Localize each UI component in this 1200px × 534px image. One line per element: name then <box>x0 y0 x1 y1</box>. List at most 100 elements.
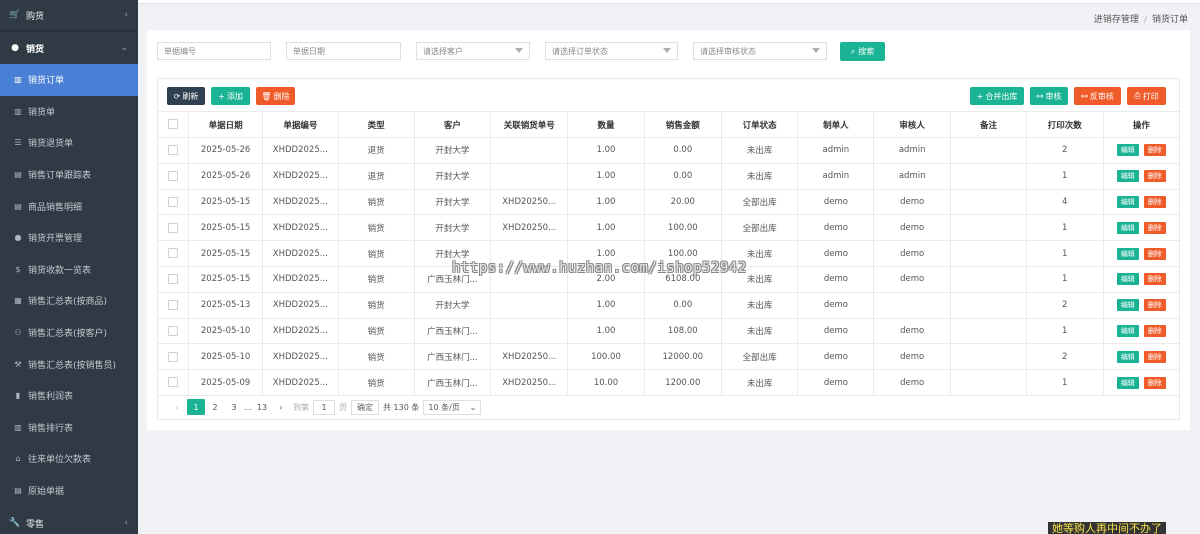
sidebar-items: ▥ 销货订单 ▥ 销货单 ☰ 销货退货单 ▤ 销售订单跟踪表 ▤ 商品销售明细 ● 销货开票管理 $ 销货… <box>0 64 138 506</box>
refresh-button[interactable]: ⟳ 刷新 <box>167 87 205 105</box>
row-checkbox[interactable] <box>168 248 179 259</box>
sidebar-item[interactable]: $ 销货收款一览表 <box>0 254 138 286</box>
edit-button[interactable]: 编辑 <box>1116 195 1139 208</box>
print-button[interactable]: ⎙ 打印 <box>1127 87 1166 105</box>
sidebar-item[interactable]: ▤ 销售订单跟踪表 <box>0 159 138 191</box>
page-number-button[interactable]: 1 <box>187 399 205 415</box>
sidebar-item-label: 往来单位欠款表 <box>28 455 92 466</box>
delete-row-button[interactable]: 删除 <box>1143 195 1166 208</box>
sidebar-group-retail[interactable]: 🔧 零售 ‹ <box>0 508 138 534</box>
row-checkbox[interactable] <box>168 325 179 336</box>
actions-cell: 编辑 删除 <box>1103 189 1179 216</box>
table-cell: 2025-05-09 <box>188 369 263 396</box>
delete-row-button[interactable]: 删除 <box>1143 170 1166 183</box>
sidebar-item[interactable]: ▤ 原始单据 <box>0 475 138 507</box>
page-size-select[interactable]: 10 条/页 ⌄ <box>423 399 482 415</box>
row-select-cell <box>158 214 190 242</box>
chevron-down-icon: ⌄ <box>469 402 477 412</box>
audit-status-select[interactable]: 请选择审核状态 <box>693 42 827 60</box>
delete-row-button[interactable]: 删除 <box>1143 350 1166 363</box>
row-checkbox[interactable] <box>168 274 179 285</box>
row-checkbox[interactable] <box>168 377 179 388</box>
goto-page-input[interactable]: 1 <box>313 399 335 415</box>
goto-confirm-button[interactable]: 确定 <box>351 399 379 415</box>
table-cell: 销货 <box>338 343 415 371</box>
row-checkbox[interactable] <box>168 145 179 156</box>
add-button[interactable]: + 添加 <box>211 87 250 105</box>
sidebar-item[interactable]: ▥ 销货单 <box>0 96 138 128</box>
edit-button[interactable]: 编辑 <box>1116 299 1139 312</box>
unaudit-label: 反审核 <box>1089 91 1114 101</box>
table-cell <box>950 318 1027 345</box>
table-row[interactable]: 2025-05-26 XHDD2025... 退货 开封大学 1.00 0.00 未出库 ad… <box>158 137 1179 164</box>
table-row[interactable]: 2025-05-15 XHDD2025... 销货 开封大学 XHD20250... 1.… <box>158 214 1179 242</box>
doc-no-input[interactable]: 单据编号 <box>157 42 271 60</box>
search-button[interactable]: ⌕ 搜索 <box>840 42 885 61</box>
page-number-button[interactable]: 2 <box>206 399 224 415</box>
edit-button[interactable]: 编辑 <box>1116 221 1139 234</box>
table-row[interactable]: 2025-05-26 XHDD2025... 退货 开封大学 1.00 0.00 未出库 ad… <box>158 163 1179 190</box>
row-checkbox[interactable] <box>168 299 179 310</box>
next-page-button[interactable]: › <box>272 399 290 415</box>
delete-row-button[interactable]: 删除 <box>1143 299 1166 312</box>
delete-row-button[interactable]: 删除 <box>1143 247 1166 260</box>
delete-row-button[interactable]: 删除 <box>1143 221 1166 234</box>
sidebar-item[interactable]: ☰ 销货退货单 <box>0 127 138 159</box>
merge-out-button[interactable]: + 合并出库 <box>970 87 1024 105</box>
table-cell: 1200.00 <box>644 369 722 396</box>
delete-row-button[interactable]: 删除 <box>1143 376 1166 389</box>
select-all-checkbox[interactable] <box>168 119 179 130</box>
table-row[interactable]: 2025-05-09 XHDD2025... 销货 广西玉林门... XHD20250.… <box>158 369 1179 396</box>
refresh-label: 刷新 <box>182 91 199 101</box>
edit-button[interactable]: 编辑 <box>1116 324 1139 337</box>
edit-button[interactable]: 编辑 <box>1116 247 1139 260</box>
sidebar-item[interactable]: ⚒ 销售汇总表(按销售员) <box>0 348 138 380</box>
order-status-select[interactable]: 请选择订单状态 <box>545 42 678 60</box>
table-cell: 开封大学 <box>414 292 492 319</box>
delete-row-button[interactable]: 删除 <box>1143 273 1166 286</box>
refresh-icon: ⟳ <box>173 91 181 101</box>
delete-button[interactable]: 🗑 删除 <box>256 87 295 105</box>
plus-icon: + <box>976 91 984 101</box>
table-row[interactable]: 2025-05-10 XHDD2025... 销货 广西玉林门... XHD20250.… <box>158 343 1179 371</box>
sidebar-group-sales[interactable]: ● 销货 ⌄ <box>0 32 138 64</box>
table-cell: demo <box>873 266 952 293</box>
sidebar-item[interactable]: ▥ 销货订单 <box>0 64 138 96</box>
delete-row-button[interactable]: 删除 <box>1143 324 1166 337</box>
sidebar: 🛒 购货 ‹ ● 销货 ⌄ ▥ 销货订单 ▥ 销货单 ☰ 销货退货单 ▤ 销售订单跟踪表 ▤ 商品… <box>0 0 138 534</box>
delete-row-button[interactable]: 删除 <box>1143 144 1166 157</box>
table-row[interactable]: 2025-05-10 XHDD2025... 销货 广西玉林门... 1.00 108.0… <box>158 318 1179 345</box>
sidebar-item[interactable]: ● 销货开票管理 <box>0 222 138 254</box>
unaudit-button[interactable]: ⚯ 反审核 <box>1074 87 1121 105</box>
row-select-cell <box>158 343 190 371</box>
edit-button[interactable]: 编辑 <box>1116 350 1139 363</box>
sidebar-item[interactable]: ⚇ 销售汇总表(按客户) <box>0 317 138 349</box>
breadcrumb-parent[interactable]: 进销存管理 <box>1094 15 1139 25</box>
sidebar-item[interactable]: ▦ 销售汇总表(按商品) <box>0 285 138 317</box>
sidebar-group-purchase[interactable]: 🛒 购货 ‹ <box>0 0 138 30</box>
edit-button[interactable]: 编辑 <box>1116 170 1139 183</box>
row-checkbox[interactable] <box>168 351 179 362</box>
sidebar-item[interactable]: ▤ 商品销售明细 <box>0 190 138 222</box>
edit-button[interactable]: 编辑 <box>1116 144 1139 157</box>
row-checkbox[interactable] <box>168 196 179 207</box>
sidebar-item[interactable]: ▥ 销售排行表 <box>0 412 138 444</box>
doc-date-input[interactable]: 单据日期 <box>286 42 401 60</box>
edit-button[interactable]: 编辑 <box>1116 273 1139 286</box>
page-number-button[interactable]: 13 <box>253 399 271 415</box>
table-cell: 退货 <box>338 137 415 164</box>
table-row[interactable]: 2025-05-13 XHDD2025... 销货 开封大学 1.00 0.00 未出库 de… <box>158 292 1179 319</box>
table-cell: 1.00 <box>567 318 645 345</box>
row-checkbox[interactable] <box>168 222 179 233</box>
table-cell: 2 <box>1026 137 1104 164</box>
table-cell: 0.00 <box>644 292 722 319</box>
customer-select[interactable]: 请选择客户 <box>416 42 530 60</box>
edit-button[interactable]: 编辑 <box>1116 376 1139 389</box>
row-checkbox[interactable] <box>168 170 179 181</box>
table-row[interactable]: 2025-05-15 XHDD2025... 销货 开封大学 XHD20250... 1.… <box>158 189 1179 216</box>
page-number-button[interactable]: 3 <box>225 399 243 415</box>
sidebar-item[interactable]: ▮ 销售利润表 <box>0 380 138 412</box>
audit-button[interactable]: ⚯ 审核 <box>1030 87 1068 105</box>
sidebar-item[interactable]: ⌂ 往来单位欠款表 <box>0 443 138 475</box>
prev-page-button[interactable]: ‹ <box>168 399 186 415</box>
